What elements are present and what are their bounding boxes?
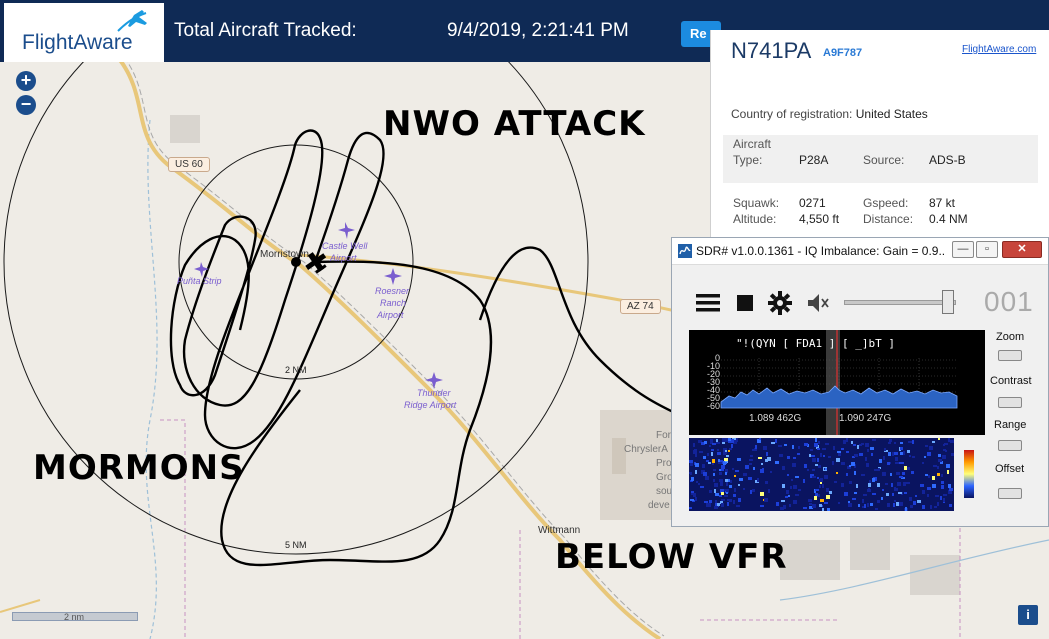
- offset-label: Offset: [995, 463, 1025, 475]
- rds-text: "!(QYN [ FDA1 ] [ _]bT ]: [736, 337, 895, 350]
- country-row: Country of registration: United States: [731, 107, 928, 121]
- source-label: Source:: [863, 153, 905, 167]
- timestamp: 9/4/2019, 2:21:41 PM: [447, 20, 629, 41]
- zoom-label: Zoom: [996, 331, 1025, 343]
- contrast-slider[interactable]: [998, 397, 1022, 408]
- map-partial-label: deve: [648, 500, 670, 511]
- route-shield-az74: AZ 74: [620, 299, 661, 314]
- waterfall-display[interactable]: [689, 438, 954, 511]
- map-partial-label: Pro: [656, 458, 672, 469]
- freq-label-right: 1.090 247G: [839, 413, 892, 424]
- aircraft-info-panel: N741PA A9F787 FlightAware.com Country of…: [710, 30, 1049, 240]
- gspeed-label: Gspeed:: [863, 196, 909, 210]
- mute-icon[interactable]: [806, 292, 830, 314]
- logo-text: FlightAware: [22, 31, 133, 54]
- type-label: Type:: [733, 153, 763, 167]
- squawk-label: Squawk:: [733, 196, 780, 210]
- frequency-display[interactable]: 001: [984, 286, 1034, 318]
- menu-icon[interactable]: [696, 293, 720, 313]
- annotation-top: NWO ATTACK: [383, 104, 646, 144]
- map-partial-label: For: [656, 430, 671, 441]
- sdr-window[interactable]: SDR# v1.0.0.1361 - IQ Imbalance: Gain = …: [671, 237, 1049, 527]
- altitude-label: Altitude:: [733, 212, 777, 226]
- range-label-2nm: 2 NM: [285, 365, 307, 375]
- logo[interactable]: FlightAware: [4, 3, 164, 62]
- close-icon[interactable]: ✕: [1002, 241, 1042, 258]
- airport-label-castle-well: Castle Well: [322, 241, 368, 251]
- range-slider[interactable]: [998, 440, 1022, 451]
- squawk-value: 0271: [799, 196, 826, 210]
- gspeed-value: 87 kt: [929, 196, 956, 210]
- info-button[interactable]: i: [1018, 605, 1038, 625]
- sdr-app-icon: [678, 244, 692, 258]
- page-title: Total Aircraft Tracked:: [174, 20, 357, 41]
- town-label-morristown: Morristown: [260, 249, 309, 260]
- volume-slider-track[interactable]: [844, 300, 956, 305]
- aircraft-section: Aircraft Type: P28A Source: ADS-B: [723, 135, 1038, 183]
- maximize-icon[interactable]: ▫: [976, 241, 998, 258]
- volume-slider-thumb[interactable]: [942, 290, 954, 314]
- airport-label-castle-well-2: Airport: [330, 253, 357, 263]
- country-label: Country of registration:: [731, 107, 853, 121]
- range-label-5nm: 5 NM: [285, 540, 307, 550]
- freq-label-left: 1.089 462G: [749, 413, 802, 424]
- airport-label-roesner-3: Airport: [377, 310, 404, 320]
- sdr-title: SDR# v1.0.0.1361 - IQ Imbalance: Gain = …: [696, 244, 946, 258]
- gear-icon[interactable]: [768, 291, 792, 315]
- airport-label-roesner: Roesner: [375, 286, 410, 296]
- airport-label-thunder: Thunder: [417, 388, 451, 398]
- sdr-titlebar[interactable]: SDR# v1.0.0.1361 - IQ Imbalance: Gain = …: [672, 238, 1048, 265]
- aircraft-section-label: Aircraft: [733, 137, 772, 151]
- distance-label: Distance:: [863, 212, 914, 226]
- contrast-label: Contrast: [990, 375, 1032, 387]
- map-scale-label: 2 nm: [64, 612, 85, 622]
- db-scale: 0 -10 -20 -30 -40 -50 -60: [700, 354, 720, 411]
- town-label-wittmann: Wittmann: [538, 525, 581, 536]
- zoom-out-button[interactable]: −: [16, 95, 36, 115]
- distance-value: 0.4 NM: [929, 212, 968, 226]
- airport-label-punta: Puñta Strip: [177, 276, 222, 286]
- offset-slider[interactable]: [998, 488, 1022, 499]
- altitude-value: 4,550 ft: [799, 212, 840, 226]
- country-value: United States: [855, 107, 928, 121]
- map-partial-label: ChryslerA: [624, 444, 668, 455]
- map-partial-label: sou: [656, 486, 673, 497]
- minimize-icon[interactable]: —: [952, 241, 974, 258]
- route-shield-us60: US 60: [168, 157, 210, 172]
- db-tick: -60: [706, 401, 720, 411]
- stop-icon[interactable]: [737, 295, 753, 311]
- zoom-in-button[interactable]: +: [16, 71, 36, 91]
- airport-label-roesner-2: Ranch: [380, 298, 407, 308]
- flightaware-link[interactable]: FlightAware.com: [962, 44, 1036, 55]
- airport-label-thunder-2: Ridge Airport: [404, 400, 457, 410]
- annotation-bottom: BELOW VFR: [555, 537, 788, 577]
- annotation-left: MORMONS: [33, 448, 245, 488]
- zoom-slider[interactable]: [998, 350, 1022, 361]
- aircraft-registration: N741PA: [731, 38, 812, 63]
- waterfall-color-scale: [964, 450, 974, 498]
- range-label: Range: [994, 419, 1027, 431]
- type-value: P28A: [799, 153, 829, 167]
- aircraft-hex: A9F787: [823, 47, 863, 59]
- source-value: ADS-B: [929, 153, 966, 167]
